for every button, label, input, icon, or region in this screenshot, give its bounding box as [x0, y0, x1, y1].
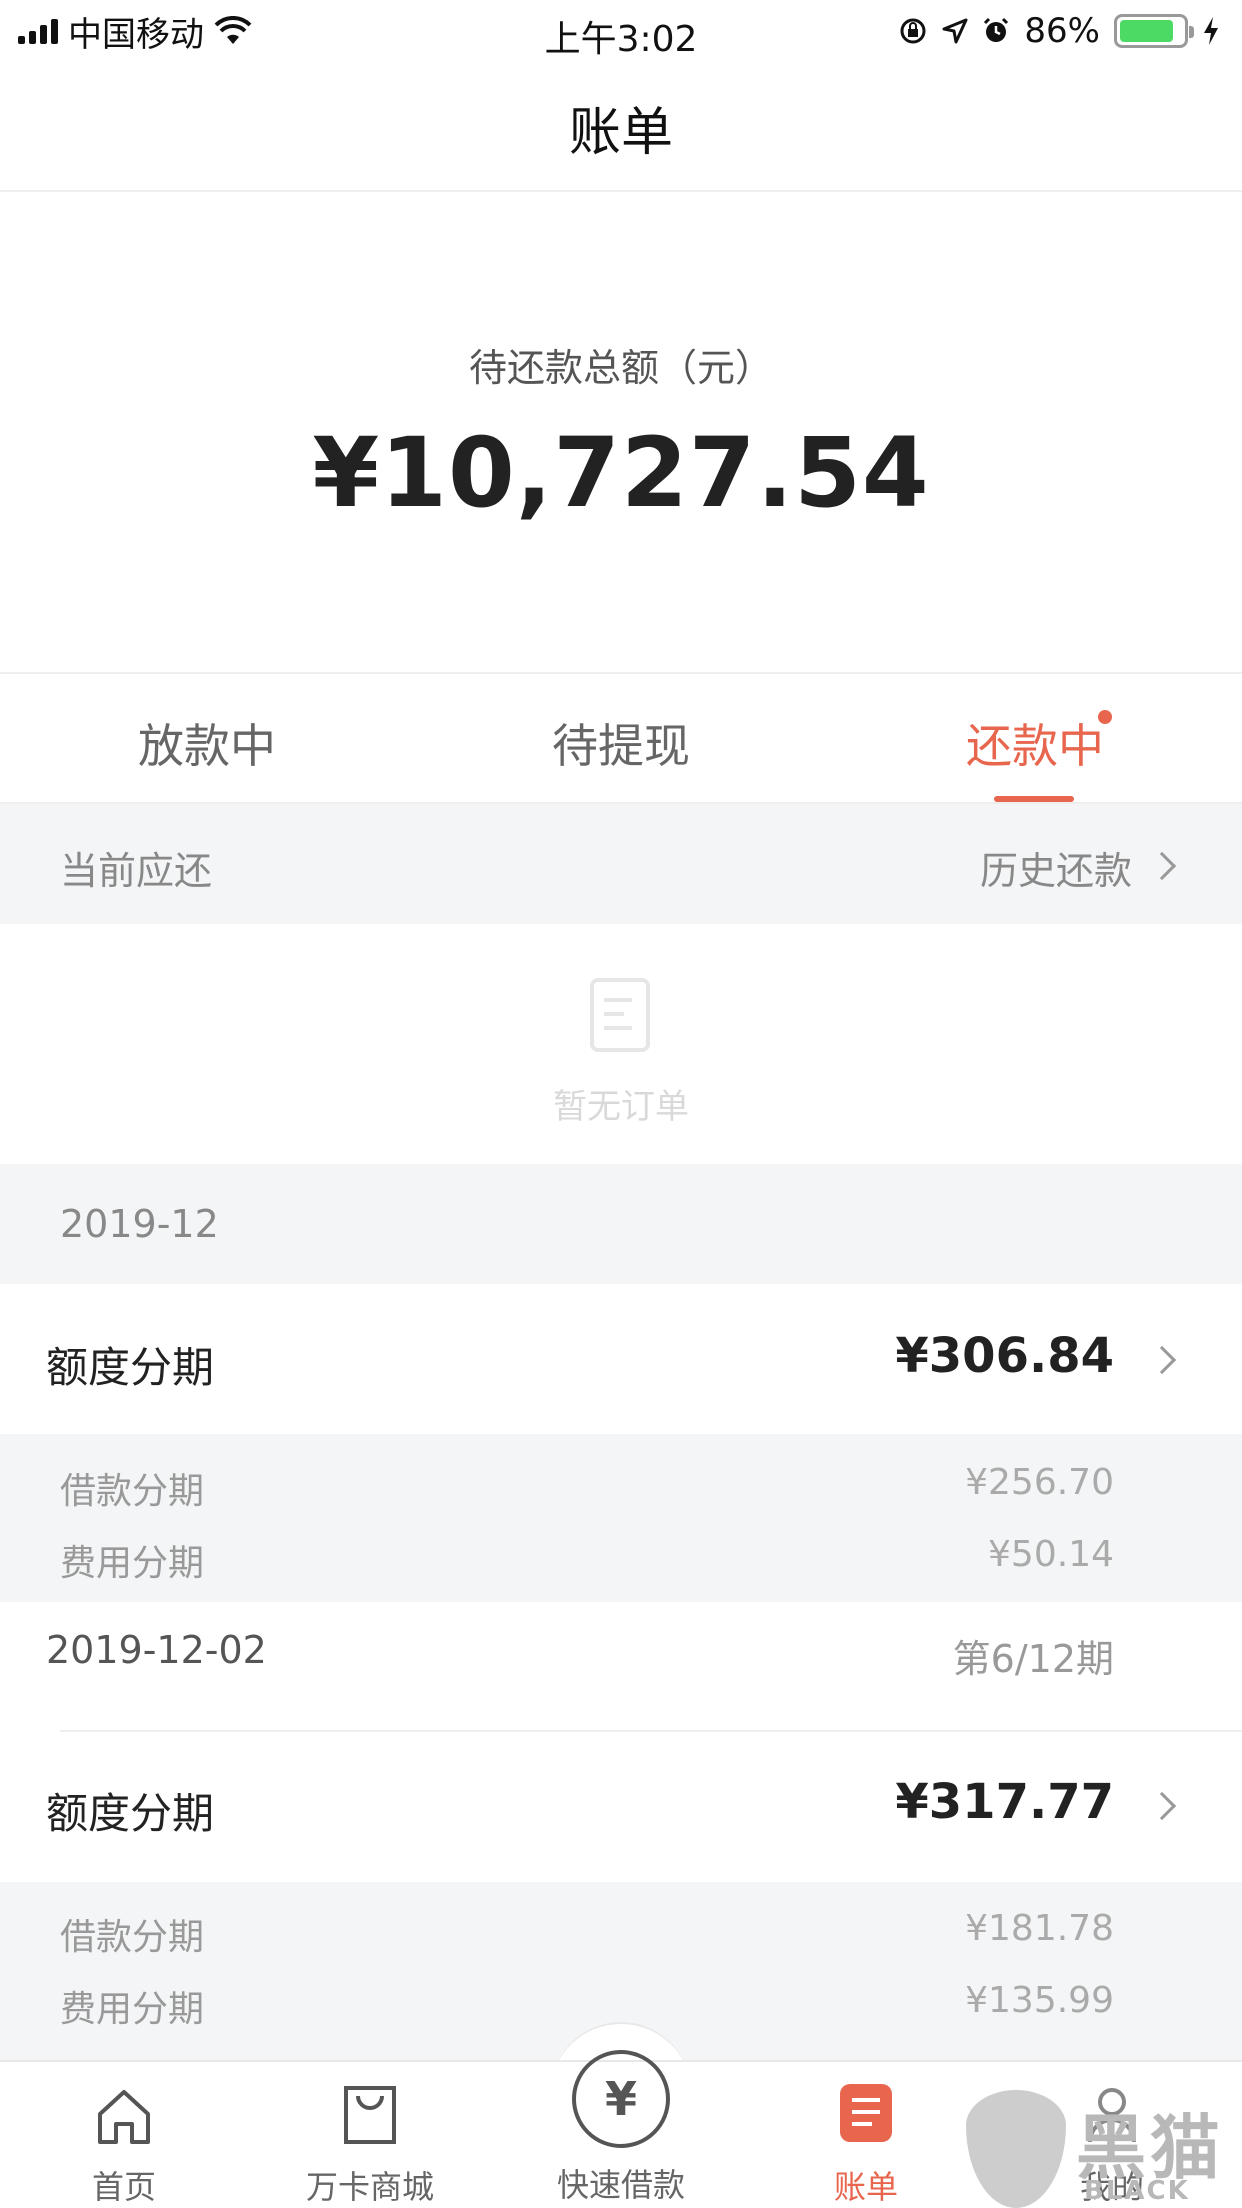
- bill-row[interactable]: 额度分期 ¥317.77: [0, 1732, 1242, 1882]
- detail-label: 费用分期: [60, 1989, 205, 2030]
- detail-value: ¥50.14: [988, 1534, 1114, 1575]
- tabbar-label: 快速借款: [556, 2166, 685, 2204]
- status-tabs: 放款中 待提现 还款中: [0, 674, 1242, 802]
- tabbar-label: 账单: [833, 2168, 898, 2206]
- watermark-en: BLACK CAT: [1084, 2176, 1190, 2208]
- tab-disbursing[interactable]: 放款中: [0, 674, 414, 802]
- total-due-amount: ¥10,727.54: [312, 417, 930, 529]
- yen-icon[interactable]: ¥: [572, 2050, 670, 2148]
- alarm-icon: [984, 17, 1009, 42]
- detail-label: 借款分期: [60, 1471, 205, 1512]
- battery-icon: [1114, 14, 1194, 48]
- status-right: 86%: [898, 10, 1220, 52]
- history-repayment-link[interactable]: 历史还款: [980, 840, 1132, 895]
- tabbar-label: 首页: [91, 2168, 156, 2206]
- tabbar-label: 万卡商城: [305, 2168, 434, 2206]
- tabbar-bill[interactable]: 账单: [766, 2062, 966, 2208]
- empty-state: 暂无订单: [0, 924, 1242, 1164]
- shopping-bag-icon: [344, 2086, 396, 2144]
- yen-glyph: ¥: [604, 2072, 637, 2126]
- tab-label: 还款中: [966, 719, 1104, 773]
- detail-value: ¥135.99: [965, 1980, 1114, 2021]
- status-bar: 中国移动 上午3:02 86%: [0, 0, 1242, 62]
- notification-dot: [1098, 710, 1112, 724]
- bill-name: 额度分期: [46, 1343, 215, 1392]
- document-icon: [590, 978, 650, 1052]
- bill-period: 第6/12期: [952, 1637, 1114, 1681]
- chevron-right-icon[interactable]: [1147, 1791, 1177, 1821]
- bill-amount: ¥306.84: [895, 1328, 1114, 1384]
- page-title: 账单: [568, 103, 673, 163]
- current-due-bar: 当前应还 历史还款: [0, 804, 1242, 924]
- battery-percent: 86%: [1024, 11, 1100, 51]
- chevron-right-icon[interactable]: [1147, 851, 1177, 881]
- bill-date: 2019-12-02: [46, 1628, 267, 1672]
- orientation-lock-icon: [900, 18, 926, 44]
- tab-repaying[interactable]: 还款中: [828, 674, 1242, 802]
- detail-label: 费用分期: [60, 1543, 205, 1584]
- bill-amount: ¥317.77: [895, 1774, 1114, 1830]
- repayment-summary: 待还款总额（元） ¥10,727.54: [0, 192, 1242, 672]
- chevron-right-icon[interactable]: [1147, 1345, 1177, 1375]
- bill-row[interactable]: 额度分期 ¥306.84: [0, 1284, 1242, 1434]
- location-icon: [942, 18, 968, 44]
- home-icon: [98, 2090, 150, 2144]
- bill-meta: 2019-12-02 第6/12期: [0, 1602, 1242, 1730]
- tab-label: 待提现: [552, 719, 690, 773]
- bill-details: 借款分期 ¥256.70 费用分期 ¥50.14: [0, 1434, 1242, 1602]
- tabbar-home[interactable]: 首页: [24, 2062, 224, 2208]
- tab-label: 放款中: [138, 719, 276, 773]
- charging-icon: [1204, 17, 1218, 45]
- cat-shield-logo: [966, 2090, 1066, 2208]
- detail-value: ¥256.70: [965, 1462, 1114, 1503]
- total-due-label: 待还款总额（元）: [468, 346, 773, 390]
- bill-name: 额度分期: [46, 1789, 215, 1838]
- watermark: 黑猫 BLACK CAT: [966, 2090, 1242, 2208]
- tabbar-mall[interactable]: 万卡商城: [270, 2062, 470, 2208]
- month-header: 2019-12: [0, 1164, 1242, 1284]
- bill-icon: [840, 2084, 892, 2142]
- month-label: 2019-12: [60, 1202, 219, 1246]
- detail-label: 借款分期: [60, 1917, 205, 1958]
- empty-state-text: 暂无订单: [553, 1087, 689, 1127]
- current-due-label: 当前应还: [60, 849, 213, 893]
- tab-pending-withdrawal[interactable]: 待提现: [414, 674, 828, 802]
- nav-bar: 账单: [0, 62, 1242, 192]
- detail-value: ¥181.78: [965, 1908, 1114, 1949]
